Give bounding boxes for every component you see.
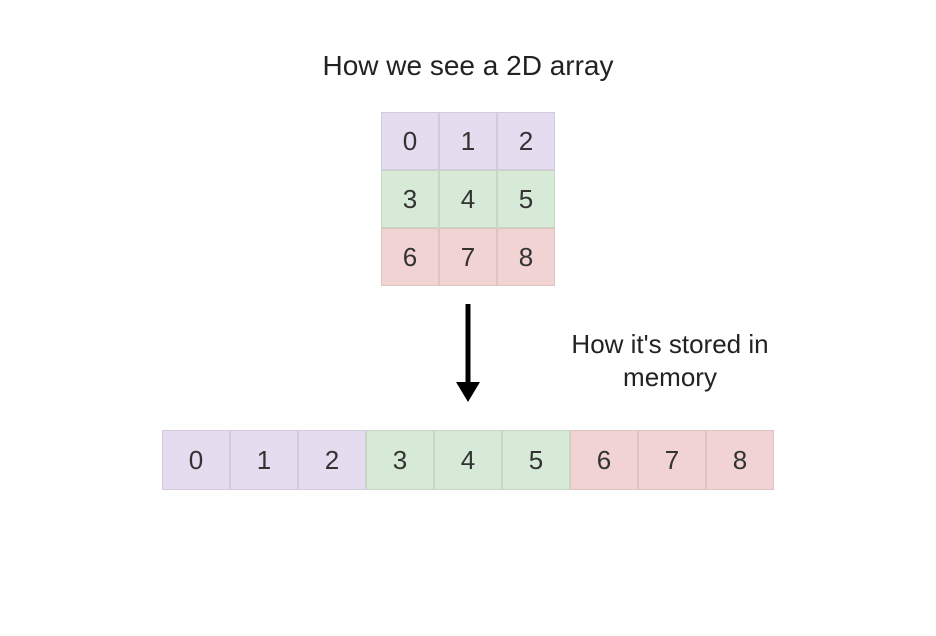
grid-cell: 0 — [381, 112, 439, 170]
grid-cell: 7 — [439, 228, 497, 286]
grid-row-1: 3 4 5 — [381, 170, 555, 228]
mem-cell: 7 — [638, 430, 706, 490]
mem-cell: 5 — [502, 430, 570, 490]
grid-cell: 8 — [497, 228, 555, 286]
grid-cell: 1 — [439, 112, 497, 170]
title-memory-line1: How it's stored in — [571, 329, 768, 359]
mem-cell: 8 — [706, 430, 774, 490]
title-memory-line2: memory — [623, 362, 717, 392]
title-memory-view: How it's stored in memory — [545, 328, 795, 393]
grid-cell: 4 — [439, 170, 497, 228]
title-2d-view: How we see a 2D array — [0, 50, 936, 82]
mem-cell: 2 — [298, 430, 366, 490]
arrow-down-icon — [448, 300, 488, 405]
grid-cell: 5 — [497, 170, 555, 228]
mem-cell: 6 — [570, 430, 638, 490]
grid-cell: 2 — [497, 112, 555, 170]
mem-cell: 4 — [434, 430, 502, 490]
grid-row-2: 6 7 8 — [381, 228, 555, 286]
grid-cell: 3 — [381, 170, 439, 228]
mem-cell: 1 — [230, 430, 298, 490]
grid-2d-array: 0 1 2 3 4 5 6 7 8 — [381, 112, 555, 286]
mem-cell: 3 — [366, 430, 434, 490]
grid-row-0: 0 1 2 — [381, 112, 555, 170]
linear-memory-array: 0 1 2 3 4 5 6 7 8 — [162, 430, 774, 490]
mem-cell: 0 — [162, 430, 230, 490]
grid-cell: 6 — [381, 228, 439, 286]
